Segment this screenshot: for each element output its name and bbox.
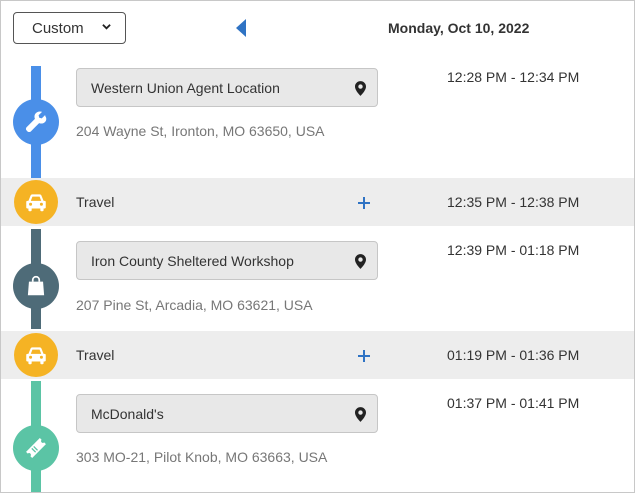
- stop-address: 204 Wayne St, Ironton, MO 63650, USA: [76, 123, 325, 139]
- map-pin-icon[interactable]: [355, 407, 366, 422]
- stop-location-name: Western Union Agent Location: [91, 79, 280, 96]
- travel-node: [14, 333, 58, 377]
- stop-location-field[interactable]: McDonald's: [76, 394, 378, 433]
- ticket-icon: [26, 438, 46, 458]
- stop-node-food: [13, 425, 59, 471]
- itinerary-panel: Custom Monday, Oct 10, 2022 Western Unio…: [0, 0, 635, 493]
- car-icon: [26, 347, 46, 365]
- travel-label: Travel: [76, 347, 115, 363]
- previous-day-arrow-icon[interactable]: [235, 18, 247, 38]
- travel-time-range: 12:35 PM - 12:38 PM: [447, 194, 580, 210]
- stop-location-field[interactable]: Western Union Agent Location: [76, 68, 378, 107]
- travel-node: [14, 180, 58, 224]
- map-pin-icon[interactable]: [355, 254, 366, 269]
- car-icon: [26, 194, 46, 212]
- date-label: Monday, Oct 10, 2022: [388, 20, 530, 36]
- stop-location-field[interactable]: Iron County Sheltered Workshop: [76, 241, 378, 280]
- shopping-bag-icon: [27, 275, 45, 296]
- view-mode-select[interactable]: Custom: [13, 12, 126, 44]
- add-stop-plus-icon[interactable]: [356, 348, 372, 364]
- stop-location-name: Iron County Sheltered Workshop: [91, 252, 294, 269]
- stop-node-service: [13, 99, 59, 145]
- travel-label: Travel: [76, 194, 115, 210]
- stop-address: 207 Pine St, Arcadia, MO 63621, USA: [76, 297, 313, 313]
- stop-address: 303 MO-21, Pilot Knob, MO 63663, USA: [76, 449, 328, 465]
- stop-time-range: 01:37 PM - 01:41 PM: [447, 395, 580, 411]
- stop-node-shopping: [13, 263, 59, 309]
- view-mode-select-value: Custom: [32, 19, 84, 37]
- wrench-icon: [25, 111, 47, 133]
- map-pin-icon[interactable]: [355, 81, 366, 96]
- add-stop-plus-icon[interactable]: [356, 195, 372, 211]
- stop-time-range: 12:39 PM - 01:18 PM: [447, 242, 580, 258]
- stop-time-range: 12:28 PM - 12:34 PM: [447, 69, 580, 85]
- stop-location-name: McDonald's: [91, 405, 164, 422]
- travel-time-range: 01:19 PM - 01:36 PM: [447, 347, 580, 363]
- chevron-down-icon: [102, 24, 111, 30]
